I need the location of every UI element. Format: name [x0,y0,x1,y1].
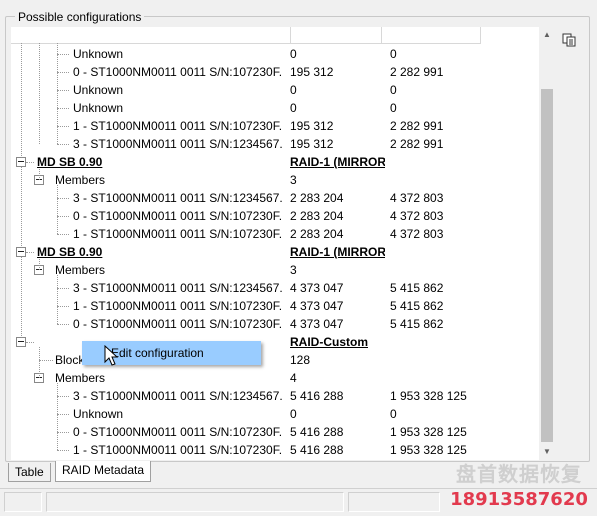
tree-row-label: 1 - ST1000NM0011 0011 S/N:107230F... [73,299,283,313]
mouse-cursor-icon [104,345,119,366]
scroll-down-icon[interactable]: ▼ [539,444,555,460]
tree-row-value-1: 2 283 204 [290,191,344,205]
tree-row-value-1: RAID-Custom [290,335,368,349]
tree-row-value-2: 1 953 328 125 [390,425,467,439]
tree-row-label: Members [55,263,106,277]
tree-row-value-1: 195 312 [290,119,334,133]
tree-row-label: MD SB 0.90 [37,245,103,259]
tree-row[interactable]: 1 - ST1000NM0011 0011 S/N:107230F... 195 … [11,117,539,135]
tree-row-label: 0 - ST1000NM0011 0011 S/N:107230F... [73,317,283,331]
tree-row[interactable]: 0 - ST1000NM0011 0011 S/N:107230F... 2 28… [11,207,539,225]
tree-row-value-2: 0 [390,407,397,421]
tree-row-value-2: 4 372 803 [390,227,444,241]
configurations-tree[interactable]: Unknown 0 0 0 - ST1000NM0011 0011 S/N:10723… [11,27,539,460]
tree-row[interactable]: Unknown 0 0 [11,99,539,117]
tree-row-label: 3 - ST1000NM0011 0011 S/N:1234567... [73,191,283,205]
tree-row[interactable]: Unknown 0 0 [11,81,539,99]
tree-row[interactable]: 1 - ST1000NM0011 0011 S/N:107230F... 4 37… [11,297,539,315]
tree-row-label: Unknown [73,101,124,115]
tree-row-value-1: 5 416 288 [290,425,344,439]
tree-row-value-2: 0 [390,83,397,97]
tree-row-label: 3 - ST1000NM0011 0011 S/N:1234567... [73,389,283,403]
tree-row-value-2: 2 282 991 [390,137,444,151]
tree-row-value-1: 4 373 047 [290,299,344,313]
tree-row-value-1: 195 312 [290,65,334,79]
tree-row-label: 0 - ST1000NM0011 0011 S/N:107230F... [73,209,283,223]
column-header [11,27,481,44]
tree-row[interactable]: Unknown 0 0 [11,405,539,423]
tree-row[interactable]: 3 - ST1000NM0011 0011 S/N:1234567... 5 41… [11,387,539,405]
tree-row-value-2: 0 [390,47,397,61]
tree-row[interactable]: Unknown 0 0 [11,45,539,63]
tree-row[interactable]: 1 - ST1000NM0011 0011 S/N:107230F... 5 41… [11,441,539,459]
tree-row[interactable]: Members 3 [11,261,539,279]
tab-raid-metadata[interactable]: RAID Metadata [55,461,152,482]
tree-row-label: 1 - ST1000NM0011 0011 S/N:107230F... [73,227,283,241]
tree-row[interactable]: Members 4 [11,369,539,387]
tree-row-value-1: 0 [290,407,297,421]
tree-row-label: 3 - ST1000NM0011 0011 S/N:1234567... [73,281,283,295]
tree-row-value-1: 2 283 204 [290,209,344,223]
tree-row-value-1: 5 416 288 [290,443,344,457]
tree-row-label: MD SB 0.90 [37,155,103,169]
tree-row-label: Unknown [73,83,124,97]
tree-row-value-1: 3 [290,263,297,277]
tree-row[interactable]: 3 - ST1000NM0011 0011 S/N:1234567... 4 37… [11,279,539,297]
tree-row-value-1: 2 283 204 [290,227,344,241]
tree-row-value-1: 0 [290,83,297,97]
scroll-thumb[interactable] [541,89,553,442]
tree-row-label: 0 - ST1000NM0011 0011 S/N:107230F... [73,65,283,79]
tree-row[interactable]: 3 - ST1000NM0011 0011 S/N:1234567... 195 … [11,135,539,153]
tree-row-value-1: 5 416 288 [290,389,344,403]
tree-row-label: 0 - ST1000NM0011 0011 S/N:107230F... [73,425,283,439]
tree-row-value-2: 4 372 803 [390,191,444,205]
tree-row[interactable]: 3 - ST1000NM0011 0011 S/N:1234567... 2 28… [11,189,539,207]
tree-row-value-1: RAID-1 (MIRROR) [290,155,385,169]
tree-row-value-1: 4 [290,371,297,385]
tree-row-label: 1 - ST1000NM0011 0011 S/N:107230F... [73,119,283,133]
tree-row-value-2: 5 415 862 [390,299,444,313]
tree-row-value-2: 4 372 803 [390,209,444,223]
tree-row-value-2: 2 282 991 [390,119,444,133]
tree-row[interactable]: MD SB 0.90 RAID-1 (MIRROR) [11,153,539,171]
tree-row[interactable]: MD SB 0.90 RAID-1 (MIRROR) [11,243,539,261]
watermark-name: 盘首数据恢复 [456,462,582,486]
tree-row-value-2: 1 953 328 125 [390,389,467,403]
scroll-up-icon[interactable]: ▲ [539,27,555,43]
copy-icon[interactable] [561,32,577,48]
watermark-phone: 18913587620 [450,489,588,510]
tree-row-label: Members [55,371,106,385]
tree-row[interactable]: 0 - ST1000NM0011 0011 S/N:107230F... 195 … [11,63,539,81]
tree-row[interactable]: 1 - ST1000NM0011 0011 S/N:107230F... 2 28… [11,225,539,243]
tree-row-value-2: 5 415 862 [390,317,444,331]
tree-row-value-2: 1 953 328 125 [390,443,467,457]
tree-row-value-2: 0 [390,101,397,115]
tree-row-label: Members [55,173,106,187]
tree-row-label: Unknown [73,47,124,61]
tree-row-label: Unknown [73,407,124,421]
tree-row[interactable]: Members 3 [11,171,539,189]
status-pane [348,492,440,512]
tree-row[interactable]: 0 - ST1000NM0011 0011 S/N:107230F... 5 41… [11,423,539,441]
tree-row-label: 3 - ST1000NM0011 0011 S/N:1234567... [73,137,283,151]
tree-row-value-1: 0 [290,47,297,61]
tree-row-value-1: 128 [290,353,311,367]
tree-row-value-1: 0 [290,101,297,115]
status-pane [4,492,42,512]
tree-row-value-2: 5 415 862 [390,281,444,295]
edit-configuration-menu-item[interactable]: Edit configuration [111,345,204,361]
status-pane [46,492,344,512]
tree-row-value-1: 4 373 047 [290,281,344,295]
group-title: Possible configurations [15,10,145,24]
tree-row-value-1: RAID-1 (MIRROR) [290,245,385,259]
tree-row-value-1: 4 373 047 [290,317,344,331]
tree-row-label: 1 - ST1000NM0011 0011 S/N:107230F... [73,443,283,457]
vertical-scrollbar[interactable]: ▲ ▼ [539,27,555,460]
tab-table[interactable]: Table [8,463,51,482]
tree-row-value-2: 2 282 991 [390,65,444,79]
tree-row-value-1: 3 [290,173,297,187]
tree-row-value-1: 195 312 [290,137,334,151]
tree-row[interactable]: 0 - ST1000NM0011 0011 S/N:107230F... 4 37… [11,315,539,333]
